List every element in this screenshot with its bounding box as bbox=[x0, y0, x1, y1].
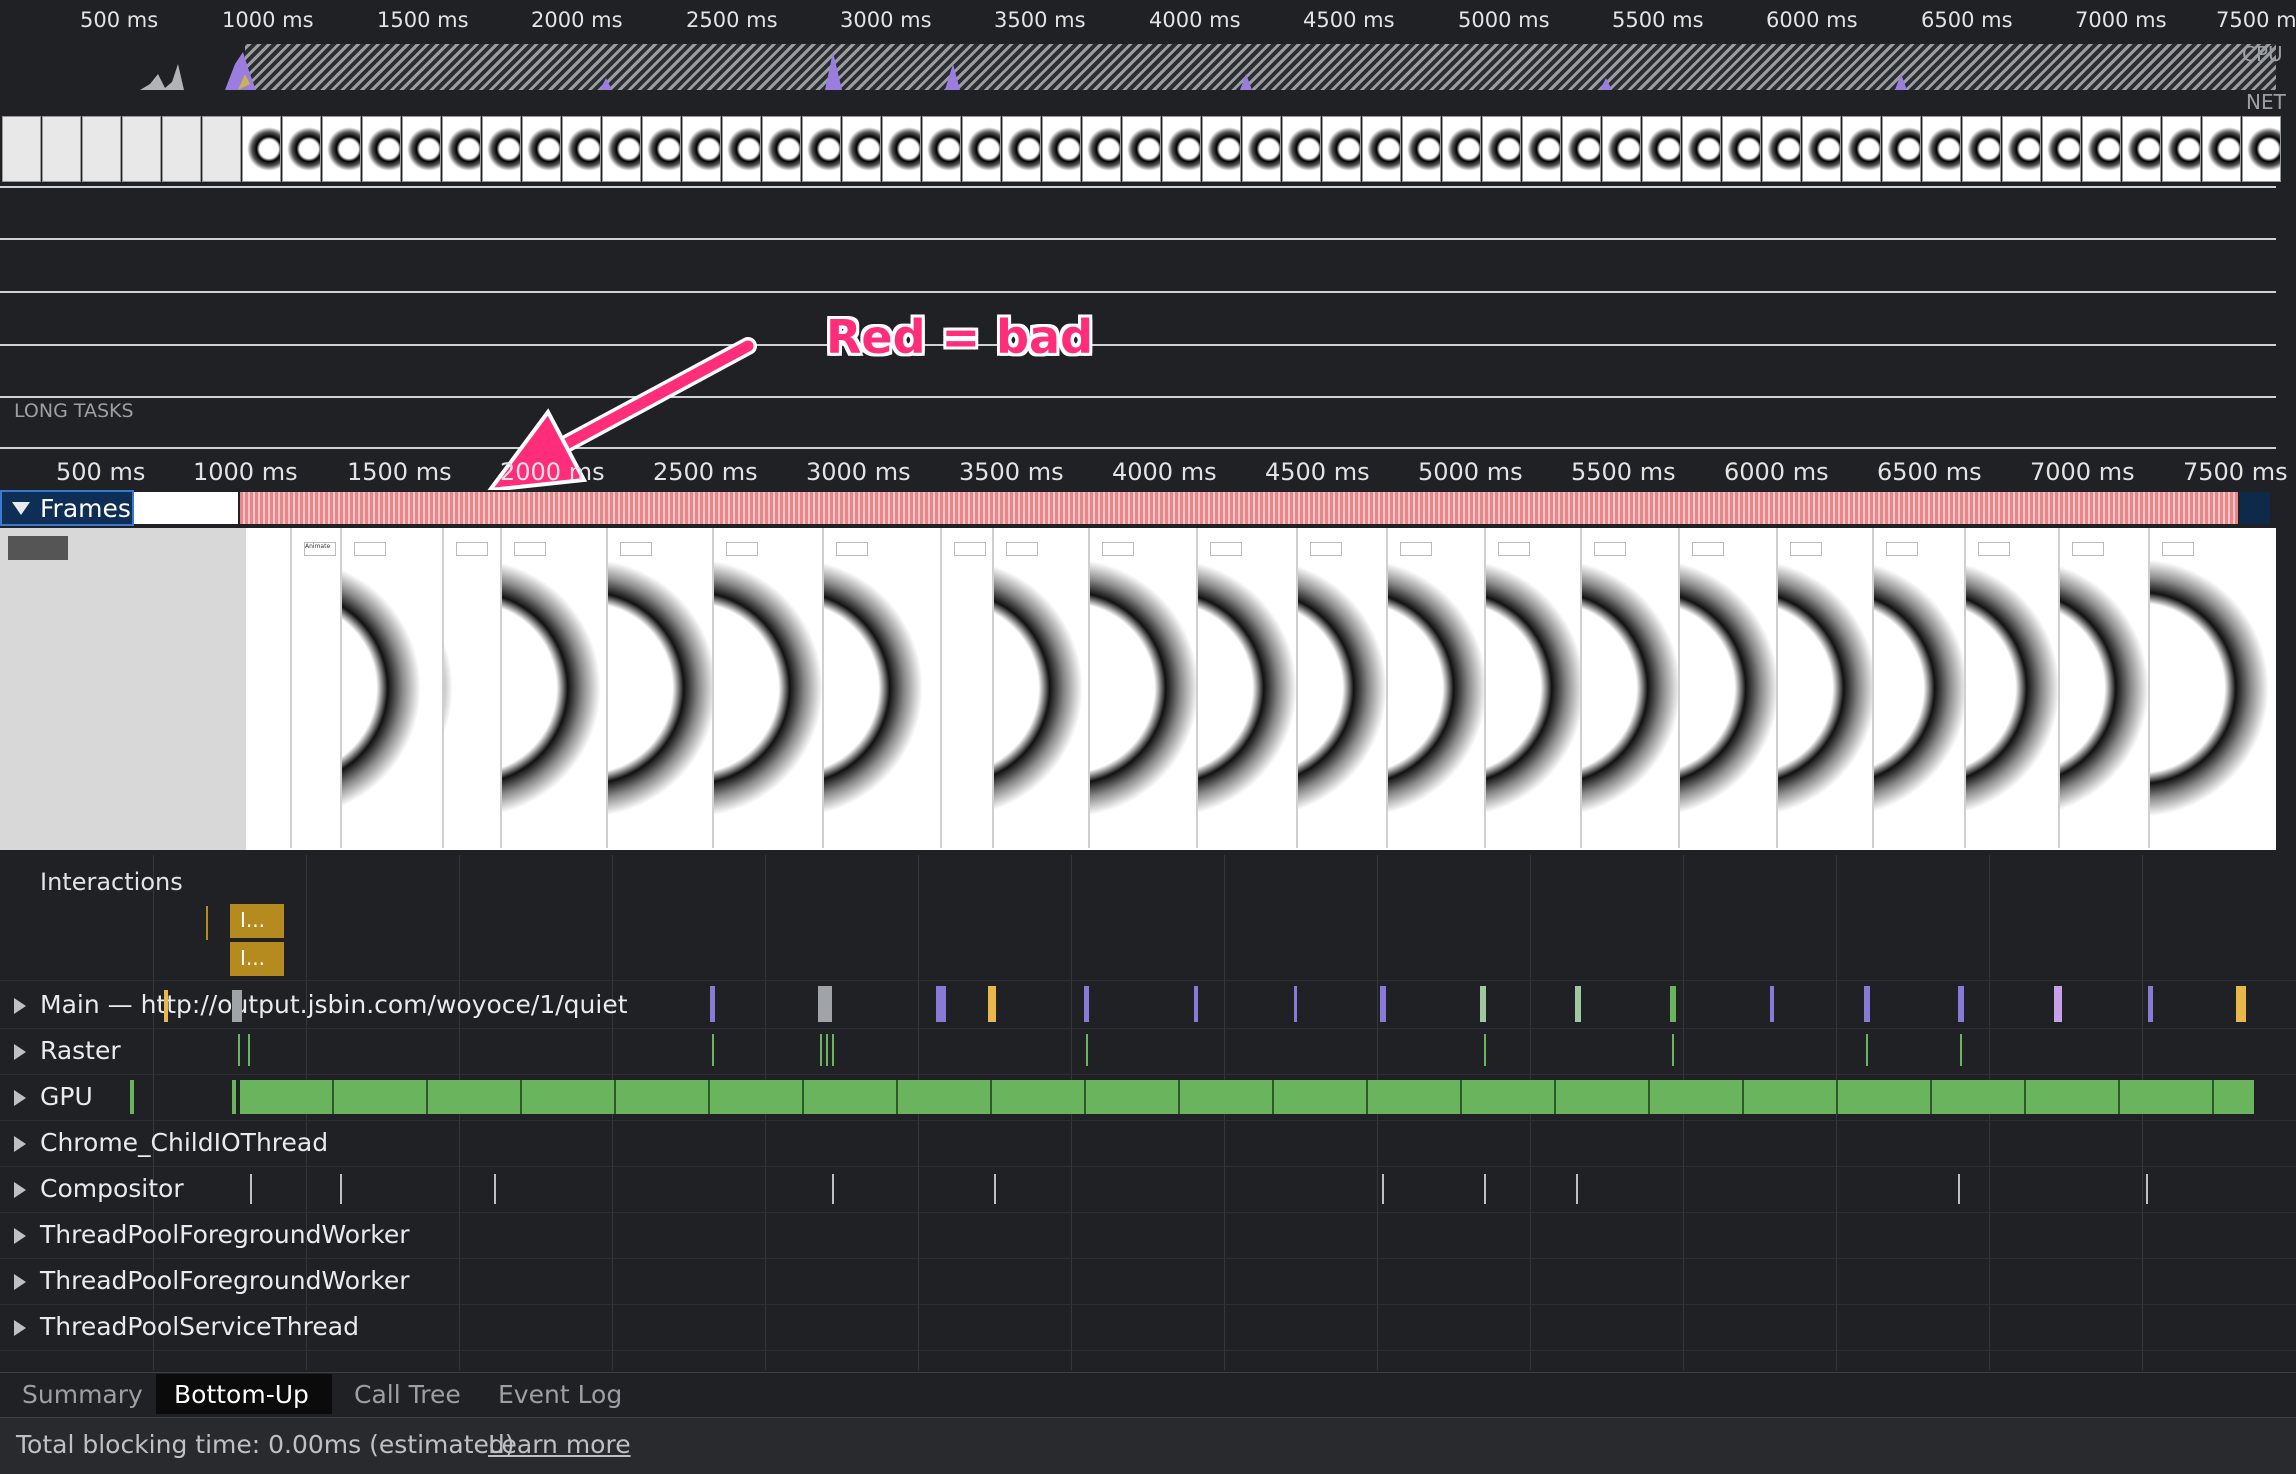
main-tick: 5000 ms bbox=[1418, 458, 1523, 486]
expand-triangle-icon[interactable] bbox=[14, 1090, 26, 1106]
interactions-track[interactable]: Interactions I... I... bbox=[0, 856, 2296, 981]
overview-divider bbox=[0, 238, 2276, 240]
interactions-label: Interactions bbox=[40, 868, 183, 896]
worker2-thread-label: ThreadPoolForegroundWorker bbox=[40, 1266, 410, 1295]
overview-tick: 5000 ms bbox=[1458, 8, 1550, 32]
collapse-triangle-icon[interactable] bbox=[12, 502, 30, 515]
expand-triangle-icon[interactable] bbox=[14, 1274, 26, 1290]
worker1-thread-row[interactable]: ThreadPoolForegroundWorker bbox=[0, 1212, 2296, 1259]
overview-tick: 7000 ms bbox=[2075, 8, 2167, 32]
overview-tick: 4500 ms bbox=[1303, 8, 1395, 32]
worker1-thread-label: ThreadPoolForegroundWorker bbox=[40, 1220, 410, 1249]
compositor-thread-label: Compositor bbox=[40, 1174, 184, 1203]
gpu-activity-bar[interactable] bbox=[240, 1080, 2254, 1114]
tab-call-tree[interactable]: Call Tree bbox=[336, 1374, 479, 1414]
overview-divider bbox=[0, 344, 2276, 346]
main-tick: 2000 ms bbox=[500, 458, 605, 486]
cpu-peaks bbox=[140, 52, 1907, 90]
overview-tick: 3500 ms bbox=[994, 8, 1086, 32]
overview-tick: 1500 ms bbox=[377, 8, 469, 32]
overview-tick: 2500 ms bbox=[686, 8, 778, 32]
overview-tick: 3000 ms bbox=[840, 8, 932, 32]
overview-divider bbox=[0, 186, 2276, 188]
tab-bottom-up[interactable]: Bottom-Up bbox=[156, 1374, 332, 1414]
frames-label: Frames bbox=[40, 494, 131, 523]
tab-summary[interactable]: Summary bbox=[4, 1374, 161, 1414]
overview-tick: 500 ms bbox=[80, 8, 159, 32]
overview-tick: 6000 ms bbox=[1766, 8, 1858, 32]
overview-tick: 4000 ms bbox=[1149, 8, 1241, 32]
main-tick: 2500 ms bbox=[653, 458, 758, 486]
expand-triangle-icon[interactable] bbox=[14, 998, 26, 1014]
overview-ruler[interactable]: 500 ms 1000 ms 1500 ms 2000 ms 2500 ms 3… bbox=[0, 0, 2296, 40]
service-thread-row[interactable]: ThreadPoolServiceThread bbox=[0, 1304, 2296, 1351]
net-label: NET bbox=[2246, 90, 2286, 114]
raster-thread-label: Raster bbox=[40, 1036, 121, 1065]
main-tick: 3000 ms bbox=[806, 458, 911, 486]
overview-tick: 7500 ms bbox=[2216, 8, 2296, 32]
main-tick: 4500 ms bbox=[1265, 458, 1370, 486]
total-blocking-time: Total blocking time: 0.00ms (estimated) bbox=[16, 1430, 515, 1459]
main-tick: 1000 ms bbox=[193, 458, 298, 486]
learn-more-link[interactable]: Learn more bbox=[488, 1430, 631, 1459]
expand-triangle-icon[interactable] bbox=[14, 1320, 26, 1336]
main-tick: 7500 ms bbox=[2183, 458, 2288, 486]
cpu-label: CPU bbox=[2242, 42, 2283, 66]
worker2-thread-row[interactable]: ThreadPoolForegroundWorker bbox=[0, 1258, 2296, 1305]
main-tick: 6000 ms bbox=[1724, 458, 1829, 486]
gpu-thread-label: GPU bbox=[40, 1082, 93, 1111]
main-tick: 500 ms bbox=[56, 458, 146, 486]
overview-divider bbox=[0, 396, 2276, 398]
main-tick: 5500 ms bbox=[1571, 458, 1676, 486]
frames-bad-bar[interactable] bbox=[240, 492, 2238, 524]
frames-end-marker bbox=[2240, 492, 2270, 524]
animate-button-thumb: Animate bbox=[304, 542, 336, 556]
childio-thread-label: Chrome_ChildIOThread bbox=[40, 1128, 329, 1157]
expand-triangle-icon[interactable] bbox=[14, 1136, 26, 1152]
raster-thread-row[interactable]: Raster bbox=[0, 1028, 2296, 1075]
main-tick: 4000 ms bbox=[1112, 458, 1217, 486]
overview-tick: 6500 ms bbox=[1921, 8, 2013, 32]
overview-tick: 5500 ms bbox=[1612, 8, 1704, 32]
overview-tick: 2000 ms bbox=[531, 8, 623, 32]
interaction-chip[interactable]: I... bbox=[230, 904, 284, 938]
main-thread-label: Main — http://output.jsbin.com/woyoce/1/… bbox=[40, 990, 628, 1019]
interaction-tick bbox=[206, 906, 208, 940]
main-tick: 1500 ms bbox=[347, 458, 452, 486]
long-tasks-label: LONG TASKS bbox=[14, 400, 134, 422]
overview-divider bbox=[0, 291, 2276, 293]
expand-triangle-icon[interactable] bbox=[14, 1044, 26, 1060]
frames-track-header[interactable]: Frames bbox=[0, 490, 2296, 526]
initial-boxes-screenshot bbox=[0, 528, 246, 850]
expand-triangle-icon[interactable] bbox=[14, 1182, 26, 1198]
expand-triangle-icon[interactable] bbox=[14, 1228, 26, 1244]
overview-filmstrip[interactable] bbox=[0, 116, 2281, 182]
main-thread-row[interactable]: Main — http://output.jsbin.com/woyoce/1/… bbox=[0, 982, 2296, 1029]
childio-thread-row[interactable]: Chrome_ChildIOThread bbox=[0, 1120, 2296, 1167]
service-thread-label: ThreadPoolServiceThread bbox=[40, 1312, 359, 1341]
main-tick: 7000 ms bbox=[2030, 458, 2135, 486]
compositor-thread-row[interactable]: Compositor bbox=[0, 1166, 2296, 1213]
frames-white-area bbox=[134, 492, 238, 524]
annotation-text: Red = bad bbox=[826, 310, 1094, 364]
overview-tick: 1000 ms bbox=[222, 8, 314, 32]
tab-event-log[interactable]: Event Log bbox=[480, 1374, 640, 1414]
status-bar: Total blocking time: 0.00ms (estimated) … bbox=[0, 1418, 2296, 1474]
main-ruler[interactable]: 500 ms 1000 ms 1500 ms 2000 ms 2500 ms 3… bbox=[0, 448, 2296, 488]
interaction-chip[interactable]: I... bbox=[230, 942, 284, 976]
gpu-thread-row[interactable]: GPU bbox=[0, 1074, 2296, 1121]
main-tick: 6500 ms bbox=[1877, 458, 1982, 486]
frame-screenshots[interactable]: Animate bbox=[0, 528, 2276, 850]
main-tick: 3500 ms bbox=[959, 458, 1064, 486]
